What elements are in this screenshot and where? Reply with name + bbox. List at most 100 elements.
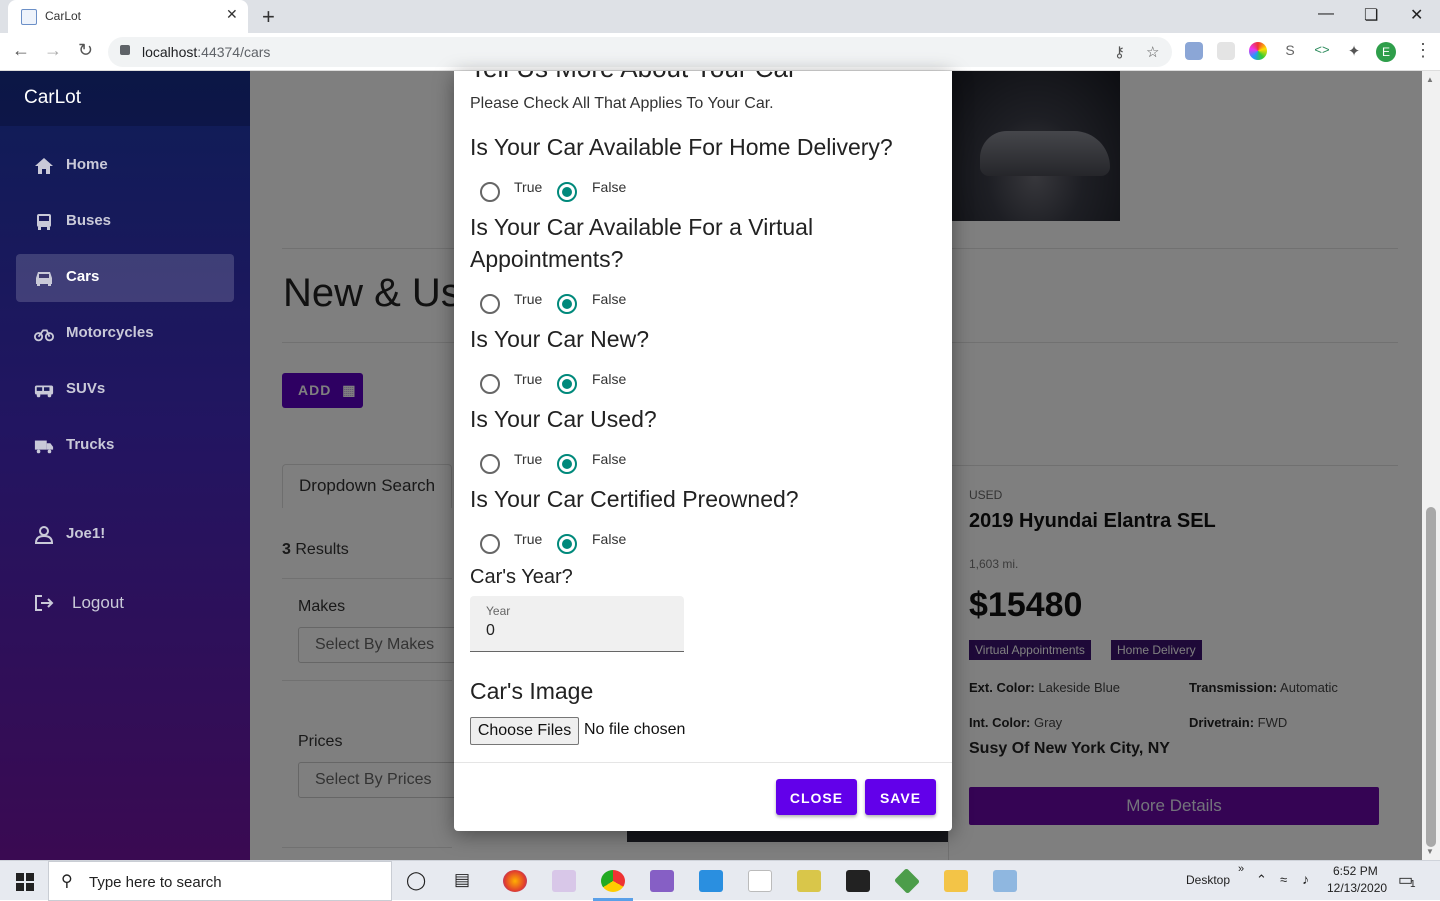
certified-false-radio[interactable] [557, 534, 577, 554]
sidebar-item-label: Buses [66, 212, 112, 229]
sidebar-item-label: SUVs [66, 380, 106, 397]
volume-icon[interactable]: ♪ [1302, 871, 1309, 887]
maximize-icon[interactable]: ❏ [1364, 5, 1378, 25]
bookmark-star-icon[interactable]: ☆ [1146, 43, 1159, 61]
terminal-icon[interactable] [846, 870, 870, 892]
toolbar-expand-icon[interactable]: » [1238, 863, 1244, 875]
used-true-radio[interactable] [480, 454, 500, 474]
vscode-icon[interactable] [699, 870, 723, 892]
year-heading: Car's Year? [470, 566, 573, 588]
choose-files-button[interactable]: Choose Files [470, 717, 579, 745]
new-true-radio[interactable] [480, 374, 500, 394]
browser-tab-strip: CarLot ✕ + — ❏ ✕ [0, 0, 1440, 33]
cortana-icon[interactable]: ◯ [406, 870, 426, 891]
visual-studio-icon[interactable] [650, 870, 674, 892]
sidebar-item-cars[interactable]: Cars [16, 254, 234, 302]
notification-count: 1 [1410, 879, 1416, 890]
browser-tab[interactable]: CarLot ✕ [8, 0, 248, 33]
logout-button[interactable]: Logout [16, 579, 234, 627]
windows-taskbar: ⚲ Type here to search ◯ ▤ Desktop » ⌃ ≈ … [0, 860, 1440, 901]
sidebar-user[interactable]: Joe1! [16, 511, 234, 559]
minimize-icon[interactable]: — [1318, 5, 1334, 23]
sidebar: CarLot Home Buses Cars Motorcycles SUVs … [0, 71, 250, 860]
windows-start-icon[interactable] [16, 873, 34, 891]
sidebar-item-buses[interactable]: Buses [16, 198, 234, 246]
extension-icon[interactable] [1185, 42, 1203, 60]
home-delivery-false-radio[interactable] [557, 182, 577, 202]
modal-subtitle: Please Check All That Applies To Your Ca… [470, 95, 774, 112]
scroll-up-icon[interactable]: ▲ [1426, 75, 1434, 84]
image-heading: Car's Image [470, 678, 594, 704]
wifi-icon[interactable]: ≈ [1280, 872, 1287, 887]
tray-chevron-icon[interactable]: ⌃ [1256, 872, 1267, 888]
sidebar-item-suvs[interactable]: SUVs [16, 366, 234, 414]
brand-logo-text[interactable]: CarLot [24, 87, 81, 109]
question-used: Is Your Car Used? [470, 406, 657, 432]
certified-true-radio[interactable] [480, 534, 500, 554]
menu-kebab-icon[interactable]: ⋮ [1414, 40, 1432, 61]
extension-icon[interactable] [1217, 42, 1235, 60]
app-icon[interactable] [993, 870, 1017, 892]
reload-icon[interactable]: ↻ [78, 40, 93, 61]
code-extension-icon[interactable]: <> [1313, 42, 1331, 60]
virtual-appt-false-radio[interactable] [557, 294, 577, 314]
taskbar-search-box[interactable]: ⚲ Type here to search [48, 861, 392, 901]
radio-label-true: True [514, 371, 543, 387]
firefox-icon[interactable] [503, 870, 527, 892]
extension-s-icon[interactable]: S [1281, 42, 1299, 60]
used-false-radio[interactable] [557, 454, 577, 474]
radio-label-true: True [514, 531, 543, 547]
question-virtual-appointments: Is Your Car Available For a Virtual Appo… [470, 214, 814, 272]
sidebar-item-label: Home [66, 156, 108, 173]
sidebar-item-label: Cars [66, 268, 100, 285]
back-arrow-icon[interactable]: ← [12, 40, 30, 61]
key-icon[interactable]: ⚷ [1114, 43, 1125, 61]
profile-avatar[interactable]: E [1376, 42, 1396, 62]
new-false-radio[interactable] [557, 374, 577, 394]
question-home-delivery: Is Your Car Available For Home Delivery? [470, 134, 893, 160]
question-new: Is Your Car New? [470, 326, 649, 352]
sidebar-item-label: Motorcycles [66, 324, 154, 341]
gitkraken-icon[interactable] [893, 867, 921, 895]
modal-title: Tell Us More About Your Car [470, 71, 797, 84]
close-button[interactable]: CLOSE [776, 779, 857, 815]
sidebar-item-motorcycles[interactable]: Motorcycles [16, 310, 234, 358]
app-icon[interactable] [552, 870, 576, 892]
taskbar-time[interactable]: 6:52 PM [1333, 864, 1378, 878]
suv-icon [34, 385, 54, 398]
address-bar[interactable]: localhost:44374/cars ⚷ ☆ [108, 37, 1172, 67]
home-delivery-true-radio[interactable] [480, 182, 500, 202]
virtual-appt-true-radio[interactable] [480, 294, 500, 314]
task-view-icon[interactable]: ▤ [454, 870, 470, 890]
mongodb-icon[interactable] [748, 870, 772, 892]
scroll-down-icon[interactable]: ▼ [1426, 847, 1434, 856]
bus-icon [37, 214, 51, 230]
save-button[interactable]: SAVE [865, 779, 936, 815]
desktop-toolbar-label[interactable]: Desktop [1186, 873, 1230, 887]
question-certified-preowned: Is Your Car Certified Preowned? [470, 486, 799, 512]
app-icon[interactable] [797, 870, 821, 892]
forward-arrow-icon[interactable]: → [44, 40, 62, 61]
year-input[interactable]: Year 0 [470, 596, 684, 652]
radio-label-false: False [592, 291, 627, 307]
tab-close-icon[interactable]: ✕ [226, 6, 238, 23]
file-explorer-icon[interactable] [944, 870, 968, 892]
page-scrollbar[interactable]: ▲ ▼ [1422, 71, 1440, 860]
logout-icon [35, 595, 54, 611]
radio-label-true: True [514, 179, 543, 195]
user-icon [34, 526, 54, 544]
scrollbar-thumb[interactable] [1426, 507, 1436, 847]
color-picker-extension-icon[interactable] [1249, 42, 1267, 60]
radio-label-false: False [592, 371, 627, 387]
taskbar-date[interactable]: 12/13/2020 [1327, 881, 1387, 895]
car-icon [36, 272, 52, 286]
radio-label-true: True [514, 291, 543, 307]
chrome-icon[interactable] [601, 870, 625, 892]
window-close-icon[interactable]: ✕ [1410, 5, 1423, 25]
sidebar-item-trucks[interactable]: Trucks [16, 422, 234, 470]
sidebar-item-home[interactable]: Home [16, 142, 234, 190]
year-field-label: Year [486, 604, 511, 618]
puzzle-extensions-icon[interactable]: ✦ [1345, 42, 1363, 60]
taskbar-search-placeholder: Type here to search [89, 874, 222, 891]
new-tab-button[interactable]: + [262, 4, 275, 30]
